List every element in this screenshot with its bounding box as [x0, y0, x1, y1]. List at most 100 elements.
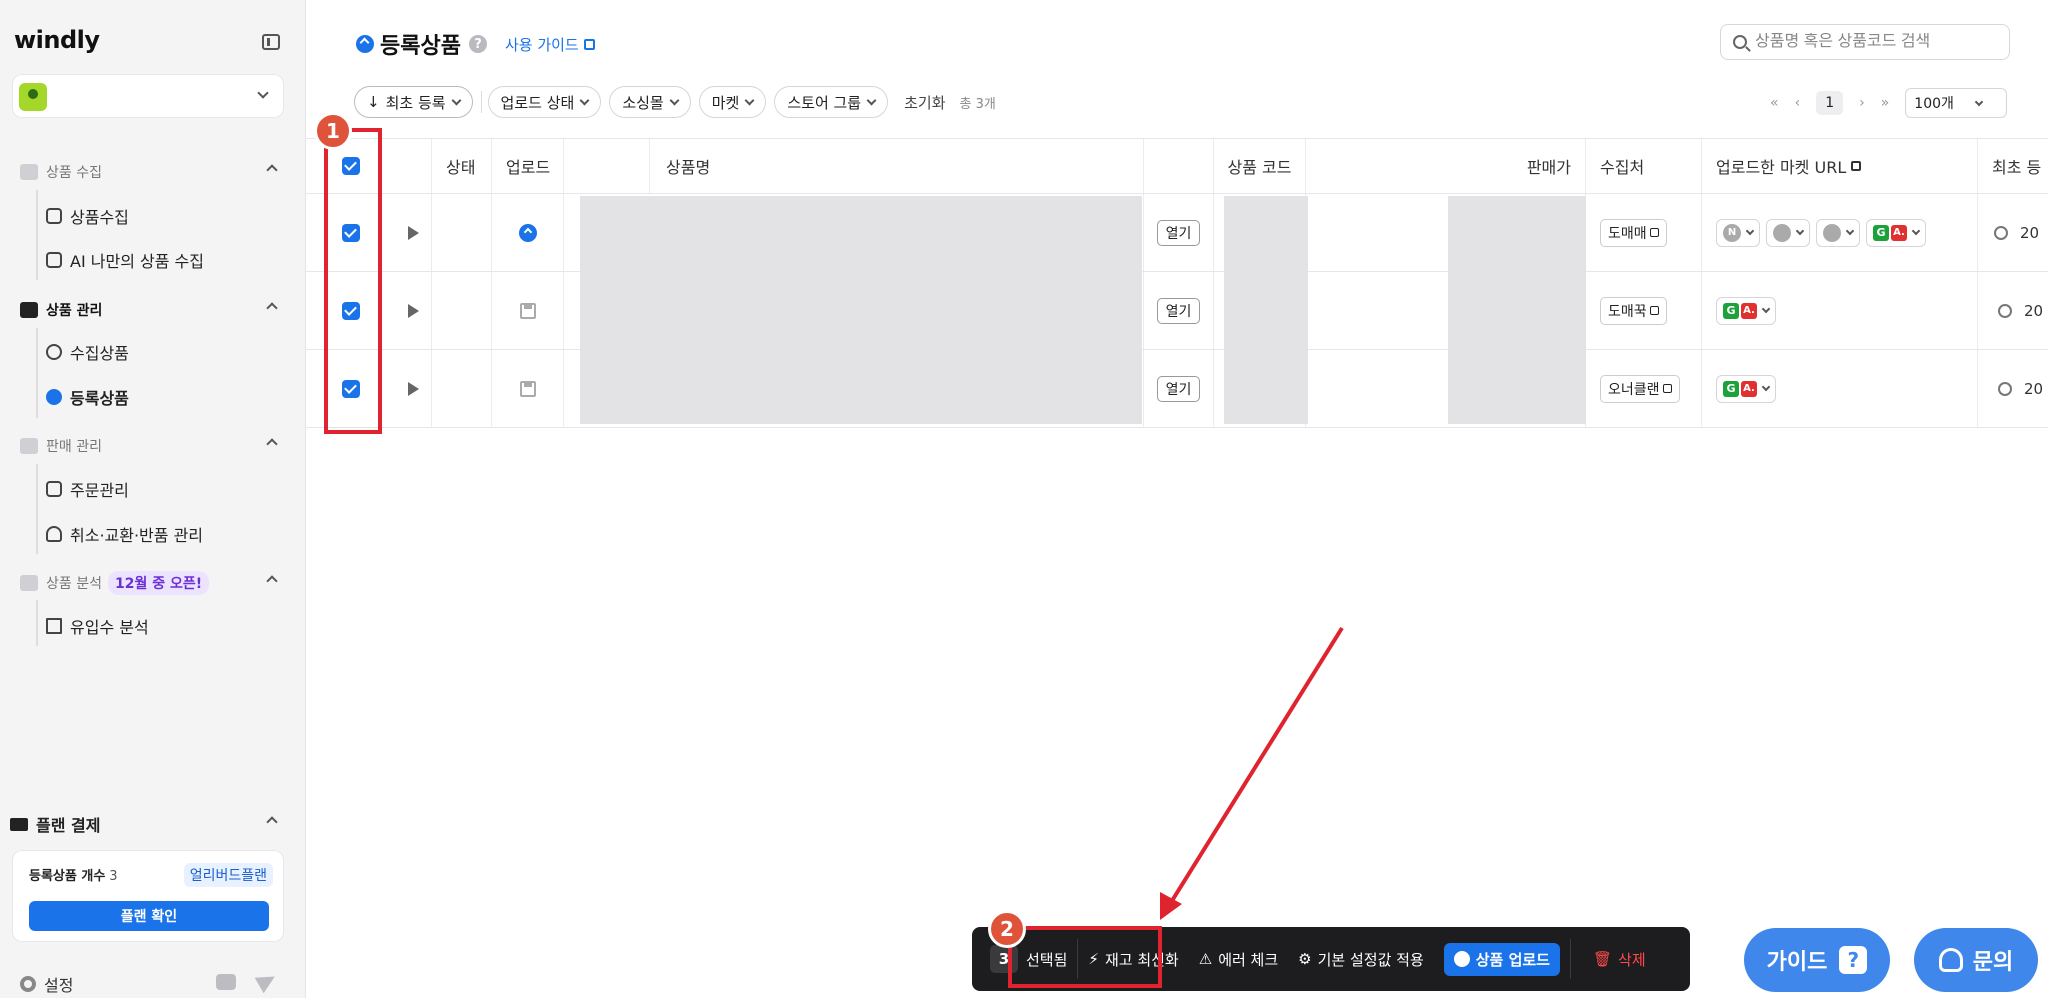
- annotation-marker-1: 1: [314, 112, 352, 150]
- sidebar-collapse-icon[interactable]: [262, 34, 280, 50]
- store-group-filter[interactable]: 스토어 그룹: [774, 86, 889, 118]
- col-product-name[interactable]: 상품명: [650, 139, 1144, 193]
- date-cell: 20: [1978, 194, 2048, 271]
- col-price[interactable]: 판매가: [1306, 139, 1586, 193]
- expand-arrow-icon[interactable]: [408, 381, 419, 396]
- open-cell: 열기: [1144, 194, 1214, 271]
- clock-icon: [1998, 303, 2012, 318]
- market-naver-dropdown[interactable]: N: [1716, 218, 1760, 247]
- error-check-button[interactable]: ⚠ 에러 체크: [1189, 927, 1288, 991]
- settings-link[interactable]: 설정: [20, 972, 73, 996]
- naver-icon: N: [1723, 223, 1741, 242]
- source-cell: 도매꾹: [1586, 272, 1702, 349]
- page-size-label: 100개: [1914, 96, 1954, 112]
- open-button[interactable]: 열기: [1156, 375, 1201, 402]
- open-button[interactable]: 열기: [1156, 219, 1201, 246]
- send-icon[interactable]: [254, 968, 280, 994]
- col-market-url[interactable]: 업로드한 마켓 URL: [1702, 139, 1978, 193]
- product-upload-button[interactable]: 상품 업로드: [1443, 942, 1560, 976]
- sidebar-item-registered[interactable]: 등록상품: [46, 383, 129, 411]
- col-status[interactable]: 상태: [432, 139, 492, 193]
- error-check-label: 에러 체크: [1218, 950, 1279, 969]
- first-page-button[interactable]: «: [1770, 95, 1779, 111]
- inquiry-floating-button[interactable]: 문의: [1914, 928, 2038, 992]
- section-label: 상품 수집: [46, 165, 102, 181]
- section-label: 판매 관리: [46, 439, 102, 455]
- sidebar-item-collected[interactable]: 수집상품: [46, 338, 129, 366]
- table-row[interactable]: 열기 도매꾹 G A. 20: [306, 272, 2048, 350]
- col-upload[interactable]: 업로드: [492, 139, 564, 193]
- item-label: 취소·교환·반품 관리: [70, 526, 204, 545]
- market-gmarket-auction-dropdown[interactable]: G A.: [1716, 374, 1776, 403]
- clock-icon: [1998, 381, 2012, 396]
- external-link-icon: [1649, 306, 1659, 315]
- search-icon: [1733, 35, 1747, 49]
- table-row[interactable]: 열기 오너클랜 G A. 20: [306, 350, 2048, 428]
- reset-button[interactable]: 초기화: [904, 92, 945, 113]
- market-dropdown[interactable]: [1816, 218, 1860, 247]
- source-link[interactable]: 도매매: [1600, 218, 1667, 247]
- next-page-button[interactable]: ›: [1859, 95, 1865, 111]
- sidebar-item-collect[interactable]: 상품수집: [46, 202, 129, 230]
- col-first-registered[interactable]: 최초 등: [1978, 139, 2048, 193]
- item-label: 주문관리: [70, 481, 129, 500]
- chevron-down-icon: [1795, 226, 1805, 236]
- upload-cell: [492, 194, 564, 271]
- chevron-down-icon: [744, 95, 755, 105]
- market-filter[interactable]: 마켓: [698, 86, 767, 118]
- chevron-down-icon: [579, 95, 590, 105]
- guide-floating-button[interactable]: 가이드 ?: [1744, 928, 1890, 992]
- usage-guide-link[interactable]: 사용 가이드: [505, 34, 595, 55]
- market-gmarket-auction-dropdown[interactable]: G A.: [1866, 218, 1926, 247]
- expand-arrow-icon[interactable]: [408, 225, 419, 240]
- market-url-cell: G A.: [1702, 272, 1978, 349]
- sidebar: windly 상품 수집 상품수집 AI 나만의 상품 수집 상품 관리 수집상…: [0, 0, 306, 998]
- sidebar-item-returns[interactable]: 취소·교환·반품 관리: [46, 520, 203, 548]
- page-title: 등록상품: [380, 34, 461, 59]
- col-product-code[interactable]: 상품 코드: [1214, 139, 1306, 193]
- section-label: 상품 관리: [46, 303, 103, 319]
- last-page-button[interactable]: »: [1881, 95, 1890, 111]
- upload-icon: [1453, 951, 1470, 967]
- col-source[interactable]: 수집처: [1586, 139, 1702, 193]
- search-input[interactable]: [1755, 33, 1995, 51]
- apply-default-settings-button[interactable]: ⚙ 기본 설정값 적용: [1288, 927, 1434, 991]
- plan-header[interactable]: 플랜 결제: [10, 812, 286, 836]
- chat-icon[interactable]: [216, 974, 236, 990]
- sidebar-section-manage[interactable]: 상품 관리: [20, 298, 282, 322]
- external-link-icon: [1851, 161, 1862, 171]
- plan-confirm-button[interactable]: 플랜 확인: [29, 901, 269, 931]
- current-page[interactable]: 1: [1816, 91, 1844, 115]
- open-button[interactable]: 열기: [1156, 297, 1201, 324]
- sourcing-mall-filter[interactable]: 소싱몰: [609, 86, 691, 118]
- sidebar-section-sales[interactable]: 판매 관리: [20, 434, 282, 458]
- sidebar-item-traffic[interactable]: 유입수 분석: [46, 612, 149, 640]
- sort-dropdown[interactable]: ↓ 최초 등록: [354, 86, 473, 118]
- market-dropdown[interactable]: [1766, 218, 1810, 247]
- database-icon: [20, 164, 38, 180]
- prev-page-button[interactable]: ‹: [1795, 95, 1801, 111]
- sidebar-section-analytics[interactable]: 상품 분석 12월 중 오픈!: [20, 571, 282, 595]
- sidebar-section-collect[interactable]: 상품 수집: [20, 160, 282, 184]
- account-selector[interactable]: [12, 74, 284, 118]
- chevron-down-icon: [257, 87, 269, 99]
- source-link[interactable]: 도매꾹: [1600, 296, 1667, 325]
- sparkle-icon: [46, 252, 62, 268]
- source-link[interactable]: 오너클랜: [1600, 374, 1680, 403]
- delete-button[interactable]: 🗑 삭제: [1571, 927, 1656, 991]
- expand-arrow-icon[interactable]: [408, 303, 419, 318]
- table-row[interactable]: 열기 도매매 N G A. 20: [306, 194, 2048, 272]
- products-table: 상태 업로드 상품명 상품 코드 판매가 수집처 업로드한 마켓 URL 최초 …: [306, 138, 2048, 428]
- source-label: 오너클랜: [1608, 381, 1660, 398]
- windly-logo[interactable]: windly: [14, 26, 100, 54]
- page-size-select[interactable]: 100개: [1905, 88, 2007, 118]
- sidebar-item-orders[interactable]: 주문관리: [46, 475, 129, 503]
- help-icon[interactable]: ?: [468, 35, 487, 53]
- external-link-icon: [583, 38, 595, 50]
- upload-status-filter[interactable]: 업로드 상태: [487, 86, 602, 118]
- tree-line: [36, 464, 38, 554]
- market-gmarket-auction-dropdown[interactable]: G A.: [1716, 296, 1776, 325]
- product-search[interactable]: [1720, 24, 2010, 60]
- sidebar-item-ai-collect[interactable]: AI 나만의 상품 수집: [46, 246, 204, 274]
- redacted-product-name: [580, 196, 1142, 424]
